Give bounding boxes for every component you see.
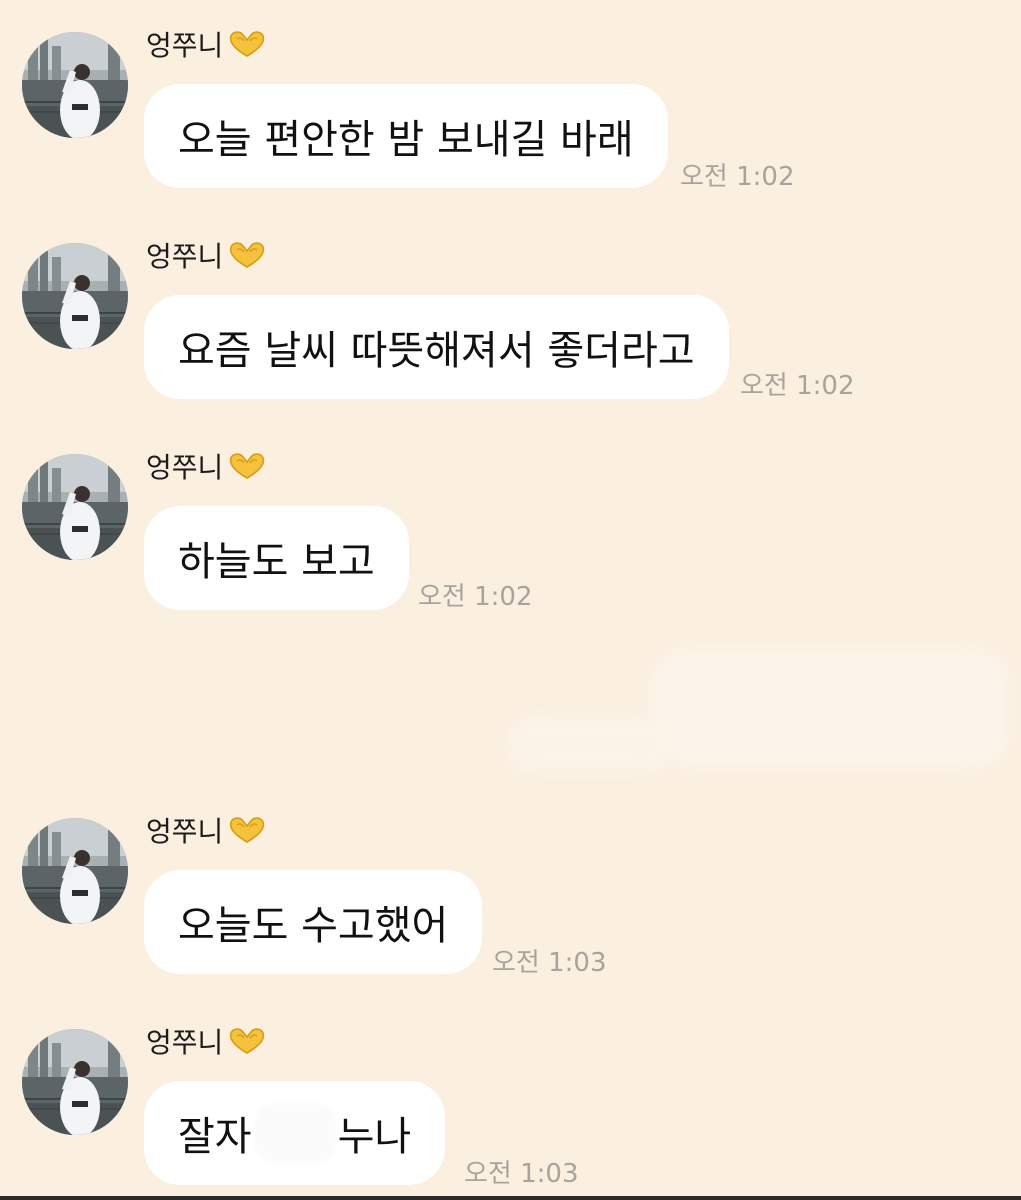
redaction-blur <box>505 716 675 774</box>
sender-name[interactable]: 엉쭈니 <box>146 235 267 275</box>
message-text-after: 누나 <box>337 1114 412 1160</box>
message-bubble[interactable]: 오늘도 수고했어 <box>144 870 483 974</box>
message-bubble[interactable]: 잘자 누나 <box>144 1081 446 1185</box>
sender-name-text: 엉쭈니 <box>146 815 224 848</box>
message-text: 오늘도 수고했어 <box>178 903 449 949</box>
message-bubble[interactable]: 하늘도 보고 <box>144 506 409 610</box>
avatar[interactable] <box>22 32 128 138</box>
heart-hands-icon <box>227 451 267 481</box>
message-timestamp: 오전 1:02 <box>740 371 855 401</box>
message-text-before: 잘자 <box>178 1114 252 1160</box>
message-group: 엉쭈니 하늘도 보고 오전 1:02 <box>0 451 1021 624</box>
avatar[interactable] <box>22 454 128 560</box>
heart-hands-icon <box>227 1026 267 1056</box>
avatar[interactable] <box>22 1029 128 1135</box>
sender-name-text: 엉쭈니 <box>146 240 224 273</box>
sender-name[interactable]: 엉쭈니 <box>146 24 267 64</box>
message-group: 엉쭈니 오늘 편안한 밤 보내길 바래 오전 1:02 <box>0 29 1021 202</box>
sender-name-text: 엉쭈니 <box>146 1026 224 1059</box>
avatar[interactable] <box>22 243 128 349</box>
screen-bottom-edge <box>0 1196 1021 1200</box>
blurred-redacted-message <box>505 648 1010 778</box>
message-group: 엉쭈니 오늘도 수고했어 오전 1:03 <box>0 815 1021 988</box>
heart-hands-icon <box>227 815 267 845</box>
heart-hands-icon <box>227 29 267 59</box>
message-timestamp: 오전 1:02 <box>418 582 533 612</box>
sender-name[interactable]: 엉쭈니 <box>146 446 267 486</box>
avatar[interactable] <box>22 818 128 924</box>
message-group: 엉쭈니 잘자 누나 오전 1:03 <box>0 1026 1021 1199</box>
message-text: 하늘도 보고 <box>178 539 375 585</box>
sender-name[interactable]: 엉쭈니 <box>146 1021 267 1061</box>
heart-hands-icon <box>227 240 267 270</box>
redaction-blur <box>650 648 1010 768</box>
message-group: 엉쭈니 요즘 날씨 따뜻해져서 좋더라고 오전 1:02 <box>0 240 1021 413</box>
message-bubble[interactable]: 요즘 날씨 따뜻해져서 좋더라고 <box>144 295 729 399</box>
message-bubble[interactable]: 오늘 편안한 밤 보내길 바래 <box>144 84 668 188</box>
message-timestamp: 오전 1:02 <box>680 162 795 192</box>
sender-name-text: 엉쭈니 <box>146 29 224 62</box>
sender-name[interactable]: 엉쭈니 <box>146 810 267 850</box>
sender-name-text: 엉쭈니 <box>146 451 224 484</box>
message-text: 요즘 날씨 따뜻해져서 좋더라고 <box>178 328 695 374</box>
message-timestamp: 오전 1:03 <box>492 948 607 978</box>
redacted-word <box>253 1103 336 1163</box>
message-text: 오늘 편안한 밤 보내길 바래 <box>178 117 634 163</box>
message-timestamp: 오전 1:03 <box>464 1159 579 1189</box>
